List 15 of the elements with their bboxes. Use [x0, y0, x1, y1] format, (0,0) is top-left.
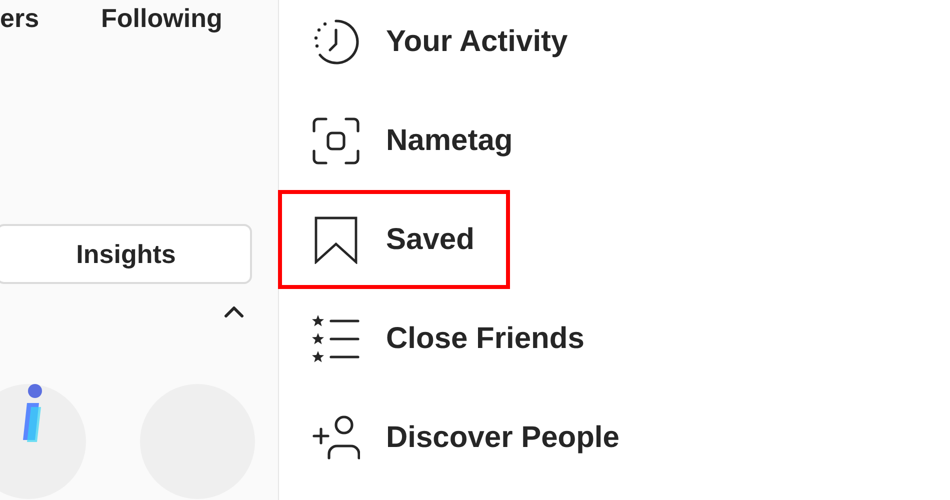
menu-item[interactable]: Discover People: [278, 388, 656, 487]
menu-item[interactable]: Nametag: [278, 91, 549, 190]
chevron-up-icon[interactable]: [224, 306, 244, 318]
stat-label[interactable]: ers: [0, 3, 40, 34]
menu-item[interactable]: Close Friends: [278, 289, 620, 388]
stat-label[interactable]: Following: [101, 3, 222, 34]
clock-icon: [312, 18, 360, 66]
menu-item[interactable]: Saved: [278, 190, 510, 289]
scan-frame-icon: [312, 116, 360, 164]
starred-list-icon: [312, 314, 360, 362]
insights-button[interactable]: Insights: [0, 224, 252, 284]
bookmark-icon: [312, 216, 360, 264]
add-person-icon: [312, 414, 360, 462]
letter-i-logo-icon: [21, 383, 45, 443]
menu-item[interactable]: Your Activity: [278, 0, 604, 91]
